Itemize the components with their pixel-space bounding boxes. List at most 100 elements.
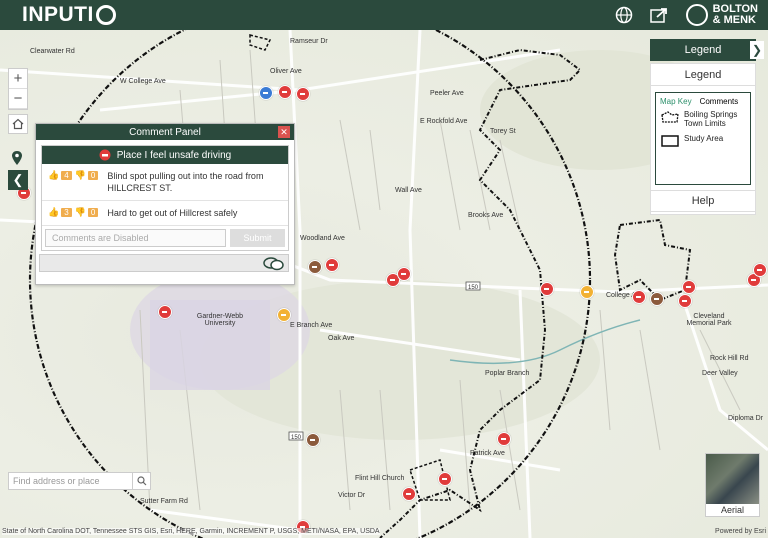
comment-item: 👍 4 👎 0 Blind spot pulling out into the … bbox=[42, 164, 288, 201]
road-label: Diploma Dr bbox=[728, 415, 764, 422]
road-label: Flint Hill Church bbox=[355, 475, 405, 482]
thumbs-down-icon: 👎 bbox=[74, 170, 86, 180]
road-label: E Branch Ave bbox=[290, 322, 333, 329]
basemap-toggle[interactable]: Aerial bbox=[705, 453, 760, 517]
park-label: Cleveland Memorial Park bbox=[686, 313, 732, 327]
upvote-button[interactable]: 👍 3 bbox=[48, 207, 72, 218]
chevron-right-icon[interactable]: ❯ bbox=[750, 41, 764, 59]
road-label: Woodland Ave bbox=[300, 235, 345, 242]
unsafe-driving-marker[interactable] bbox=[632, 290, 646, 304]
logo-text: INPUTI bbox=[22, 3, 94, 26]
unsafe-driving-marker[interactable] bbox=[325, 258, 339, 272]
campus-label: Gardner-Webb University bbox=[196, 313, 244, 327]
road-label: E Rockfold Ave bbox=[420, 118, 468, 125]
road-label: Brooks Ave bbox=[468, 212, 504, 219]
thumbs-up-icon: 👍 bbox=[48, 170, 60, 180]
walking-marker[interactable] bbox=[306, 433, 320, 447]
panel-footer bbox=[39, 254, 289, 272]
road-label: W College Ave bbox=[120, 78, 166, 85]
zoom-in-button[interactable]: + bbox=[9, 69, 27, 89]
road-label: Clearwater Rd bbox=[30, 48, 75, 55]
legend-tab[interactable]: Legend bbox=[650, 39, 756, 61]
legend-content: Map Key Comments Boiling Springs Town Li… bbox=[655, 92, 751, 185]
comment-thread: Place I feel unsafe driving 👍 4 👎 0 Blin… bbox=[41, 145, 289, 251]
road-label: Ramseur Dr bbox=[290, 38, 328, 45]
map-attribution: State of North Carolina DOT, Tennessee S… bbox=[2, 528, 380, 535]
comment-input[interactable]: Comments are Disabled bbox=[45, 229, 226, 247]
study-area-swatch bbox=[661, 135, 679, 147]
tab-comments[interactable]: Comments bbox=[700, 97, 739, 106]
submit-button[interactable]: Submit bbox=[230, 229, 285, 247]
legend-label: Boiling Springs Town Limits bbox=[684, 110, 738, 128]
upvote-count: 3 bbox=[61, 208, 72, 217]
downvote-button[interactable]: 👎 0 bbox=[75, 207, 99, 218]
road-label: Oak Ave bbox=[328, 335, 355, 342]
brand-line-2: & MENK bbox=[712, 14, 756, 26]
unsafe-driving-marker[interactable] bbox=[753, 263, 767, 277]
location-pin-icon[interactable] bbox=[10, 150, 26, 166]
unsafe-driving-marker-selected[interactable] bbox=[397, 267, 411, 281]
search-icon[interactable] bbox=[132, 473, 150, 489]
comment-marker[interactable] bbox=[277, 308, 291, 322]
bolton-menk-logo: BOLTON & MENK bbox=[685, 4, 758, 26]
search-input[interactable]: Find address or place bbox=[9, 476, 132, 486]
map-view[interactable]: 150 150 Clearwater Rd W College Ave Oliv… bbox=[0, 30, 768, 538]
tab-map-key[interactable]: Map Key bbox=[660, 97, 692, 106]
road-label: Poplar Branch bbox=[485, 370, 530, 377]
help-button[interactable]: Help bbox=[650, 190, 756, 212]
walking-marker[interactable] bbox=[308, 260, 322, 274]
unsafe-driving-marker[interactable] bbox=[278, 85, 292, 99]
unsafe-driving-marker[interactable] bbox=[497, 432, 511, 446]
legend-item-town-limits: Boiling Springs Town Limits bbox=[660, 110, 746, 128]
share-icon[interactable] bbox=[649, 5, 670, 25]
comment-panel-header: Comment Panel ✕ bbox=[36, 124, 294, 140]
chat-bubbles-icon[interactable] bbox=[263, 256, 285, 277]
comment-panel: Comment Panel ✕ Place I feel unsafe driv… bbox=[35, 123, 295, 285]
unsafe-driving-marker[interactable] bbox=[296, 87, 310, 101]
home-icon bbox=[12, 118, 24, 130]
zoom-out-button[interactable]: − bbox=[9, 89, 27, 109]
road-label: Sutter Farm Rd bbox=[140, 498, 188, 505]
collapse-panel-button[interactable]: ❮ bbox=[8, 170, 28, 190]
thumbs-down-icon: 👎 bbox=[74, 207, 86, 217]
globe-icon[interactable] bbox=[614, 5, 634, 25]
brand-circle-icon bbox=[685, 4, 708, 26]
comment-panel-title: Comment Panel bbox=[129, 126, 201, 138]
road-label: Torey St bbox=[490, 128, 516, 135]
bike-marker[interactable] bbox=[259, 86, 273, 100]
topic-title: Place I feel unsafe driving bbox=[116, 149, 232, 161]
upvote-button[interactable]: 👍 4 bbox=[48, 170, 72, 181]
comment-form: Comments are Disabled Submit bbox=[42, 226, 288, 250]
comment-marker[interactable] bbox=[580, 285, 594, 299]
unsafe-driving-marker[interactable] bbox=[540, 282, 554, 296]
app-header: INPUTI BOLTON & MENK bbox=[0, 0, 768, 30]
unsafe-driving-marker[interactable] bbox=[158, 305, 172, 319]
downvote-count: 0 bbox=[87, 171, 99, 180]
inputid-logo: INPUTI bbox=[22, 3, 116, 27]
chevron-left-icon: ❮ bbox=[12, 172, 24, 187]
walking-marker[interactable] bbox=[650, 292, 664, 306]
unsafe-driving-marker[interactable] bbox=[682, 280, 696, 294]
road-label: Peeler Ave bbox=[430, 90, 464, 97]
topic-bar: Place I feel unsafe driving bbox=[42, 146, 288, 164]
town-limits-swatch bbox=[661, 111, 679, 123]
road-label: Victor Dr bbox=[338, 492, 366, 499]
aerial-label: Aerial bbox=[720, 505, 744, 515]
fingerprint-icon bbox=[95, 5, 116, 25]
home-button[interactable] bbox=[8, 114, 28, 134]
legend-subtitle: Legend bbox=[651, 64, 755, 86]
comment-text: Blind spot pulling out into the road fro… bbox=[107, 171, 264, 193]
unsafe-driving-marker[interactable] bbox=[678, 294, 692, 308]
unsafe-driving-marker[interactable] bbox=[402, 487, 416, 501]
road-label: Oliver Ave bbox=[270, 68, 302, 75]
car-icon bbox=[99, 149, 111, 161]
road-label: Rock Hill Rd bbox=[710, 355, 749, 362]
downvote-button[interactable]: 👎 0 bbox=[75, 170, 99, 181]
unsafe-driving-marker[interactable] bbox=[438, 472, 452, 486]
road-label: Deer Valley bbox=[702, 370, 738, 377]
zoom-controls: + − bbox=[8, 68, 28, 110]
aerial-thumbnail bbox=[706, 454, 759, 504]
upvote-count: 4 bbox=[61, 171, 72, 180]
powered-by-esri[interactable]: Powered by Esri bbox=[715, 528, 766, 535]
close-button[interactable]: ✕ bbox=[278, 126, 290, 138]
